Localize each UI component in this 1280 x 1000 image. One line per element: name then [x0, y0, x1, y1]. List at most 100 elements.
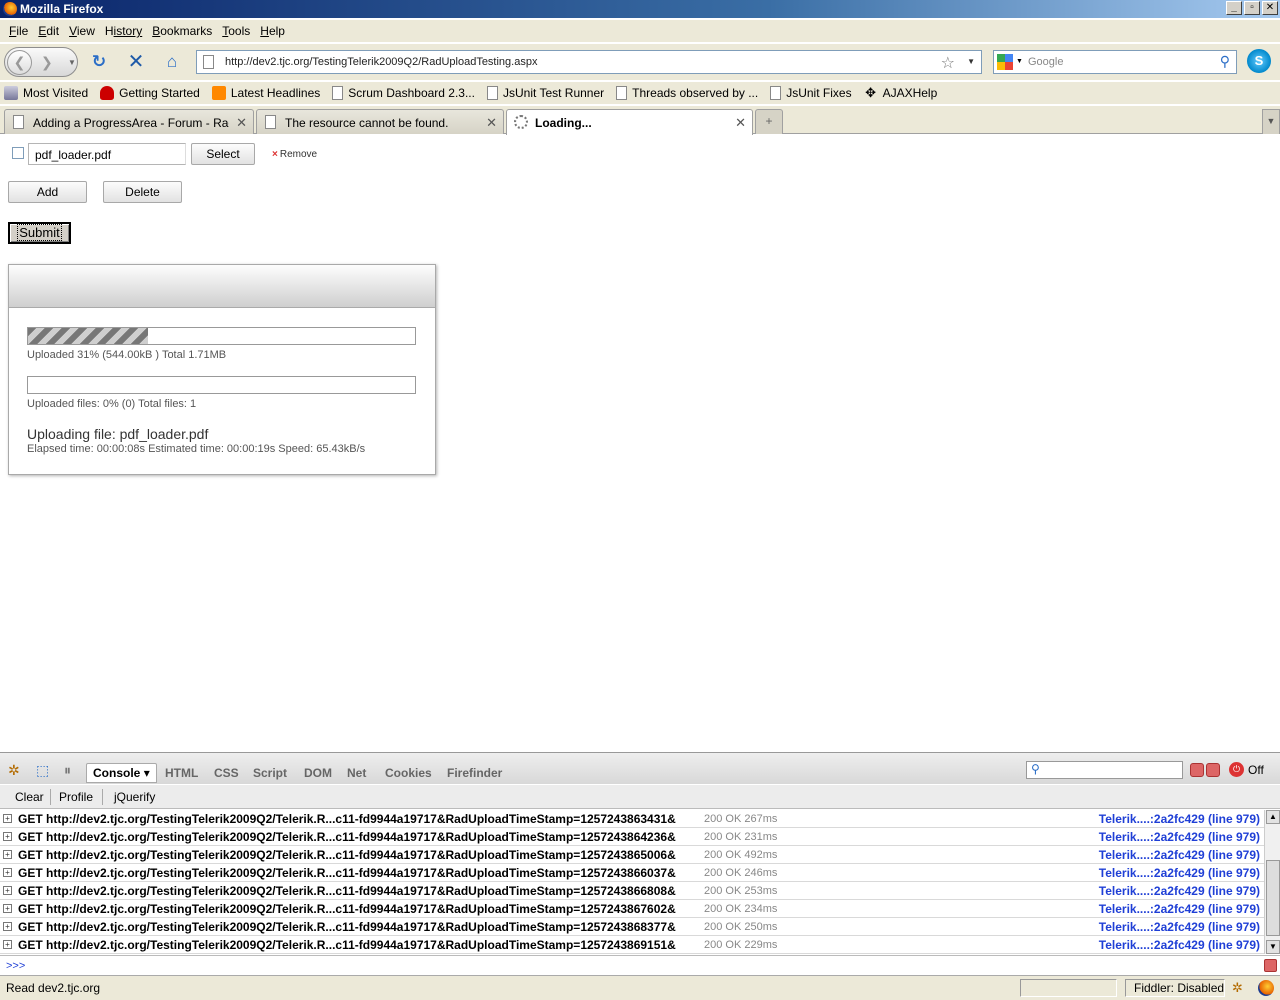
- search-engine-dropdown-icon[interactable]: ▼: [1016, 58, 1023, 65]
- file-input[interactable]: pdf_loader.pdf: [28, 143, 186, 165]
- fiddler-status[interactable]: Fiddler: Disabled: [1134, 981, 1224, 995]
- tab-list-button[interactable]: ▼: [1262, 109, 1280, 134]
- firebug-tab-net[interactable]: Net: [347, 766, 366, 780]
- console-log-row[interactable]: + GET http://dev2.tjc.org/TestingTelerik2…: [0, 936, 1264, 954]
- new-tab-button[interactable]: +: [755, 109, 783, 134]
- remove-button[interactable]: × Remove: [272, 149, 317, 160]
- console-log-row[interactable]: + GET http://dev2.tjc.org/TestingTelerik2…: [0, 828, 1264, 846]
- bookmark-ajaxhelp[interactable]: ✥ AJAXHelp: [864, 86, 937, 101]
- expand-row-icon[interactable]: +: [3, 886, 12, 895]
- console-log-row[interactable]: + GET http://dev2.tjc.org/TestingTelerik2…: [0, 918, 1264, 936]
- bookmark-jsunit-test-runner[interactable]: JsUnit Test Runner: [486, 86, 604, 100]
- power-icon[interactable]: ⏻: [1229, 762, 1244, 777]
- firebug-tab-cookies[interactable]: Cookies: [385, 766, 432, 780]
- source-link[interactable]: Telerik....:2a2fc429 (line 979): [1099, 902, 1260, 916]
- delete-button[interactable]: Delete: [103, 181, 182, 203]
- console-command-line[interactable]: >>>: [0, 955, 1280, 975]
- console-log-row[interactable]: + GET http://dev2.tjc.org/TestingTelerik2…: [0, 900, 1264, 918]
- bookmark-latest-headlines[interactable]: Latest Headlines: [211, 86, 320, 100]
- tab-resource-not-found[interactable]: The resource cannot be found. ✕: [256, 109, 504, 134]
- firebug-minimize-icon[interactable]: [1190, 763, 1204, 777]
- console-log-row[interactable]: + GET http://dev2.tjc.org/TestingTelerik2…: [0, 864, 1264, 882]
- bookmark-threads-observed[interactable]: Threads observed by ...: [616, 86, 758, 100]
- firebug-tab-script[interactable]: Script: [253, 766, 287, 780]
- inspect-icon[interactable]: ⬚: [36, 762, 49, 779]
- firebug-tab-html[interactable]: HTML: [165, 766, 198, 780]
- expand-row-icon[interactable]: +: [3, 832, 12, 841]
- console-log-row[interactable]: + GET http://dev2.tjc.org/TestingTelerik2…: [0, 882, 1264, 900]
- console-dropdown-icon[interactable]: ▾: [144, 766, 150, 780]
- menu-bookmarks[interactable]: Bookmarks: [147, 24, 217, 38]
- expand-row-icon[interactable]: +: [3, 814, 12, 823]
- menu-history[interactable]: History: [100, 24, 147, 38]
- submit-button[interactable]: Submit: [8, 222, 71, 244]
- bookmark-jsunit-fixes[interactable]: JsUnit Fixes: [770, 86, 852, 100]
- scroll-down-icon[interactable]: ▼: [1266, 940, 1280, 954]
- console-scrollbar[interactable]: ▲ ▼: [1264, 810, 1280, 954]
- scroll-thumb[interactable]: [1266, 860, 1280, 936]
- firebug-tab-console[interactable]: Console ▾: [86, 763, 157, 783]
- firebug-tab-css[interactable]: CSS: [214, 766, 239, 780]
- close-tab-icon[interactable]: ✕: [735, 115, 746, 131]
- back-button[interactable]: ❮: [7, 50, 32, 75]
- url-dropdown-icon[interactable]: ▼: [967, 57, 975, 66]
- tab-progressarea-forum[interactable]: Adding a ProgressArea - Forum - RadU... …: [4, 109, 254, 134]
- close-window-button[interactable]: ✕: [1262, 1, 1278, 15]
- source-link[interactable]: Telerik....:2a2fc429 (line 979): [1099, 938, 1260, 952]
- file-checkbox[interactable]: [12, 147, 24, 159]
- menu-view[interactable]: View: [64, 24, 100, 38]
- url-bar[interactable]: http://dev2.tjc.org/TestingTelerik2009Q2…: [196, 50, 982, 74]
- menu-tools[interactable]: Tools: [217, 24, 255, 38]
- source-link[interactable]: Telerik....:2a2fc429 (line 979): [1099, 920, 1260, 934]
- firebug-off-button[interactable]: Off: [1248, 763, 1264, 777]
- expand-command-line-icon[interactable]: [1264, 959, 1277, 972]
- profile-button[interactable]: Profile: [59, 790, 93, 804]
- menu-edit[interactable]: Edit: [33, 24, 64, 38]
- expand-row-icon[interactable]: +: [3, 904, 12, 913]
- google-icon[interactable]: [997, 54, 1013, 70]
- stop-icon[interactable]: ✕: [126, 52, 146, 72]
- close-tab-icon[interactable]: ✕: [236, 115, 247, 131]
- search-icon[interactable]: ⚲: [1220, 53, 1230, 70]
- tab-loading[interactable]: Loading... ✕: [506, 109, 753, 135]
- firefox-status-icon[interactable]: [1258, 980, 1274, 996]
- bookmark-most-visited[interactable]: Most Visited: [4, 86, 88, 100]
- bookmark-scrum-dashboard[interactable]: Scrum Dashboard 2.3...: [332, 86, 475, 100]
- clear-button[interactable]: Clear: [15, 790, 44, 804]
- console-log-row[interactable]: + GET http://dev2.tjc.org/TestingTelerik2…: [0, 846, 1264, 864]
- source-link[interactable]: Telerik....:2a2fc429 (line 979): [1099, 884, 1260, 898]
- search-bar[interactable]: ▼ Google ⚲: [993, 50, 1237, 74]
- firebug-tab-dom[interactable]: DOM: [304, 766, 332, 780]
- firebug-detach-icon[interactable]: [1206, 763, 1220, 777]
- firebug-search-input[interactable]: ⚲: [1026, 761, 1183, 779]
- menu-help[interactable]: Help: [255, 24, 290, 38]
- select-button[interactable]: Select: [191, 143, 255, 165]
- firebug-tab-firefinder[interactable]: Firefinder: [447, 766, 502, 780]
- source-link[interactable]: Telerik....:2a2fc429 (line 979): [1099, 866, 1260, 880]
- home-icon[interactable]: ⌂: [162, 52, 182, 72]
- menu-file[interactable]: File: [4, 24, 33, 38]
- add-button[interactable]: Add: [8, 181, 87, 203]
- close-tab-icon[interactable]: ✕: [486, 115, 497, 131]
- bookmark-getting-started[interactable]: Getting Started: [100, 86, 200, 100]
- source-link[interactable]: Telerik....:2a2fc429 (line 979): [1099, 848, 1260, 862]
- source-link[interactable]: Telerik....:2a2fc429 (line 979): [1099, 812, 1260, 826]
- expand-row-icon[interactable]: +: [3, 922, 12, 931]
- jquerify-button[interactable]: jQuerify: [114, 790, 155, 804]
- bookmark-star-icon[interactable]: ☆: [941, 53, 955, 73]
- expand-row-icon[interactable]: +: [3, 850, 12, 859]
- firebug-icon[interactable]: ✲: [8, 762, 20, 779]
- forward-button[interactable]: ❯: [41, 54, 53, 71]
- scroll-up-icon[interactable]: ▲: [1266, 810, 1280, 824]
- history-dropdown-icon[interactable]: ▼: [68, 58, 76, 67]
- firebug-status-icon[interactable]: ✲: [1232, 980, 1243, 996]
- pause-icon[interactable]: ⏸: [64, 762, 71, 779]
- source-link[interactable]: Telerik....:2a2fc429 (line 979): [1099, 830, 1260, 844]
- minimize-button[interactable]: _: [1226, 1, 1242, 15]
- restore-button[interactable]: ▫: [1244, 1, 1260, 15]
- skype-icon[interactable]: S: [1247, 49, 1271, 73]
- console-log-row[interactable]: + GET http://dev2.tjc.org/TestingTelerik2…: [0, 810, 1264, 828]
- expand-row-icon[interactable]: +: [3, 940, 12, 949]
- expand-row-icon[interactable]: +: [3, 868, 12, 877]
- reload-icon[interactable]: ↻: [89, 52, 109, 72]
